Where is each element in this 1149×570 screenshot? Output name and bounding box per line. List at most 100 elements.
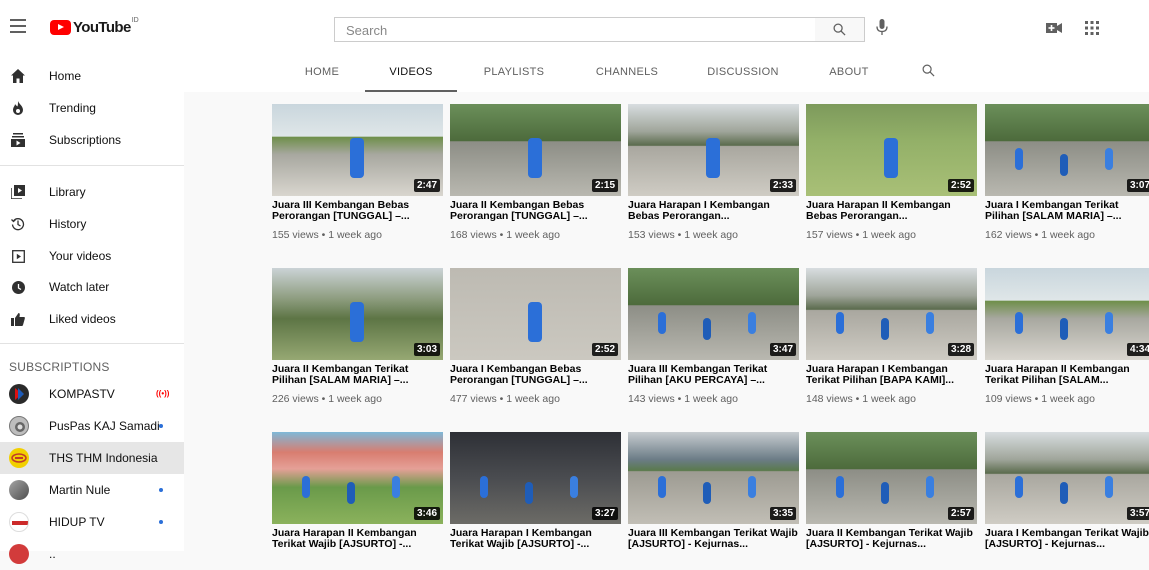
apps-grid-icon[interactable] bbox=[1085, 21, 1099, 35]
performer-figure bbox=[881, 318, 889, 340]
video-thumbnail[interactable]: 3:07 bbox=[985, 104, 1149, 196]
new-content-dot bbox=[159, 424, 163, 428]
sidebar-item-liked-videos[interactable]: Liked videos bbox=[0, 303, 184, 335]
video-title[interactable]: Juara III Kembangan Bebas Perorangan [TU… bbox=[272, 200, 443, 222]
sidebar-item-trending[interactable]: Trending bbox=[0, 92, 184, 124]
video-card[interactable]: 3:28 Juara Harapan I Kembangan Terikat Pi… bbox=[806, 268, 977, 405]
video-thumbnail[interactable]: 3:27 bbox=[450, 432, 621, 524]
video-card[interactable]: 3:47 Juara III Kembangan Terikat Pilihan … bbox=[628, 268, 799, 405]
video-duration: 3:03 bbox=[413, 343, 440, 356]
video-title[interactable]: Juara I Kembangan Terikat Pilihan [SALAM… bbox=[985, 200, 1149, 222]
video-title[interactable]: Juara II Kembangan Terikat Wajib [AJSURT… bbox=[806, 528, 977, 550]
sidebar-item-label: THS THM Indonesia bbox=[49, 451, 158, 465]
thumbs-up-icon bbox=[8, 309, 28, 329]
video-thumbnail[interactable]: 3:46 bbox=[272, 432, 443, 524]
video-duration: 3:27 bbox=[591, 507, 618, 520]
video-title[interactable]: Juara Harapan II Kembangan Bebas Peroran… bbox=[806, 200, 977, 222]
channel-avatar bbox=[9, 480, 29, 500]
video-card[interactable]: 4:34 Juara Harapan II Kembangan Terikat P… bbox=[985, 268, 1149, 405]
video-metadata: 157 views • 1 week ago bbox=[806, 229, 916, 241]
video-thumbnail[interactable]: 4:34 bbox=[985, 268, 1149, 360]
video-metadata: 155 views • 1 week ago bbox=[272, 229, 382, 241]
tab-about[interactable]: ABOUT bbox=[821, 56, 877, 92]
video-card[interactable]: 2:57 Juara II Kembangan Terikat Wajib [AJ… bbox=[806, 432, 977, 550]
sidebar-item-watch-later[interactable]: Watch later bbox=[0, 271, 184, 303]
sidebar-item-your-videos[interactable]: Your videos bbox=[0, 240, 184, 272]
video-title[interactable]: Juara Harapan I Kembangan Bebas Perorang… bbox=[628, 200, 799, 222]
video-thumbnail[interactable]: 2:57 bbox=[806, 432, 977, 524]
subscription-item-kompastv[interactable]: KOMPASTV ((•)) bbox=[0, 378, 184, 410]
video-thumbnail[interactable]: 3:57 bbox=[985, 432, 1149, 524]
video-title[interactable]: Juara III Kembangan Terikat Wajib [AJSUR… bbox=[628, 528, 799, 550]
video-card[interactable]: 2:52 Juara Harapan II Kembangan Bebas Per… bbox=[806, 104, 977, 241]
sidebar-item-subscriptions[interactable]: Subscriptions bbox=[0, 124, 184, 156]
search-icon bbox=[833, 23, 846, 36]
video-title[interactable]: Juara III Kembangan Terikat Pilihan [AKU… bbox=[628, 364, 799, 386]
video-thumbnail[interactable]: 2:47 bbox=[272, 104, 443, 196]
video-thumbnail[interactable]: 2:33 bbox=[628, 104, 799, 196]
subscription-item-ths-thm[interactable]: THS THM Indonesia bbox=[0, 442, 184, 474]
video-thumbnail[interactable]: 2:15 bbox=[450, 104, 621, 196]
subscription-item-martin-nule[interactable]: Martin Nule bbox=[0, 474, 184, 506]
video-card[interactable]: 3:46 Juara Harapan II Kembangan Terikat W… bbox=[272, 432, 443, 550]
video-title[interactable]: Juara II Kembangan Bebas Perorangan [TUN… bbox=[450, 200, 621, 222]
video-card[interactable]: 3:07 Juara I Kembangan Terikat Pilihan [S… bbox=[985, 104, 1149, 241]
video-title[interactable]: Juara II Kembangan Terikat Pilihan [SALA… bbox=[272, 364, 443, 386]
performer-figure bbox=[1015, 312, 1023, 334]
performer-figure bbox=[1105, 476, 1113, 498]
sidebar-item-home[interactable]: Home bbox=[0, 60, 184, 92]
channel-avatar bbox=[9, 448, 29, 468]
video-title[interactable]: Juara I Kembangan Bebas Perorangan [TUNG… bbox=[450, 364, 621, 386]
video-card[interactable]: 2:47 Juara III Kembangan Bebas Perorangan… bbox=[272, 104, 443, 241]
video-card[interactable]: 3:35 Juara III Kembangan Terikat Wajib [A… bbox=[628, 432, 799, 550]
channel-search-icon[interactable] bbox=[922, 64, 935, 77]
tab-videos[interactable]: VIDEOS bbox=[365, 56, 457, 92]
create-video-icon[interactable] bbox=[1046, 22, 1062, 34]
sidebar-item-label: Library bbox=[49, 185, 86, 199]
video-thumbnail[interactable]: 3:35 bbox=[628, 432, 799, 524]
subscription-item-hidup-tv[interactable]: HIDUP TV bbox=[0, 506, 184, 538]
subscription-item-partial[interactable]: .. bbox=[0, 538, 184, 570]
video-card[interactable]: 3:57 Juara I Kembangan Terikat Wajib [AJS… bbox=[985, 432, 1149, 550]
home-icon bbox=[8, 66, 28, 86]
video-title[interactable]: Juara Harapan I Kembangan Terikat Wajib … bbox=[450, 528, 621, 550]
video-thumbnail[interactable]: 3:03 bbox=[272, 268, 443, 360]
channel-avatar bbox=[9, 512, 29, 532]
tab-home[interactable]: HOME bbox=[294, 56, 350, 92]
video-title[interactable]: Juara Harapan I Kembangan Terikat Piliha… bbox=[806, 364, 977, 386]
video-card[interactable]: 3:03 Juara II Kembangan Terikat Pilihan [… bbox=[272, 268, 443, 405]
performer-figure bbox=[884, 138, 898, 178]
video-card[interactable]: 3:27 Juara Harapan I Kembangan Terikat Wa… bbox=[450, 432, 621, 550]
performer-figure bbox=[392, 476, 400, 498]
live-indicator-icon: ((•)) bbox=[156, 389, 170, 398]
video-duration: 3:28 bbox=[947, 343, 974, 356]
video-duration: 3:57 bbox=[1126, 507, 1149, 520]
video-card[interactable]: 2:15 Juara II Kembangan Bebas Perorangan … bbox=[450, 104, 621, 241]
sidebar-item-history[interactable]: History bbox=[0, 208, 184, 240]
performer-figure bbox=[706, 138, 720, 178]
subscription-item-puspas[interactable]: PusPas KAJ Samadi bbox=[0, 410, 184, 442]
video-title[interactable]: Juara Harapan II Kembangan Terikat Pilih… bbox=[985, 364, 1149, 386]
tab-channels[interactable]: CHANNELS bbox=[585, 56, 669, 92]
video-thumbnail[interactable]: 2:52 bbox=[806, 104, 977, 196]
sidebar-item-label: HIDUP TV bbox=[49, 515, 105, 529]
tab-discussion[interactable]: DISCUSSION bbox=[697, 56, 789, 92]
search-input[interactable]: Search bbox=[334, 17, 816, 42]
video-title[interactable]: Juara Harapan II Kembangan Terikat Wajib… bbox=[272, 528, 443, 550]
tab-playlists[interactable]: PLAYLISTS bbox=[473, 56, 555, 92]
microphone-icon[interactable] bbox=[876, 19, 888, 36]
video-thumbnail[interactable]: 3:47 bbox=[628, 268, 799, 360]
youtube-logo[interactable]: YouTube ID bbox=[50, 17, 139, 36]
sidebar-item-library[interactable]: Library bbox=[0, 176, 184, 208]
performer-figure bbox=[302, 476, 310, 498]
video-title[interactable]: Juara I Kembangan Terikat Wajib [AJSURTO… bbox=[985, 528, 1149, 550]
performer-figure bbox=[480, 476, 488, 498]
video-card[interactable]: 2:33 Juara Harapan I Kembangan Bebas Pero… bbox=[628, 104, 799, 241]
video-card[interactable]: 2:52 Juara I Kembangan Bebas Perorangan [… bbox=[450, 268, 621, 405]
video-thumbnail[interactable]: 3:28 bbox=[806, 268, 977, 360]
sidebar-item-label: Home bbox=[49, 69, 82, 83]
video-thumbnail[interactable]: 2:52 bbox=[450, 268, 621, 360]
channel-avatar bbox=[9, 544, 29, 564]
menu-icon[interactable] bbox=[10, 19, 26, 37]
search-button[interactable] bbox=[815, 17, 865, 42]
